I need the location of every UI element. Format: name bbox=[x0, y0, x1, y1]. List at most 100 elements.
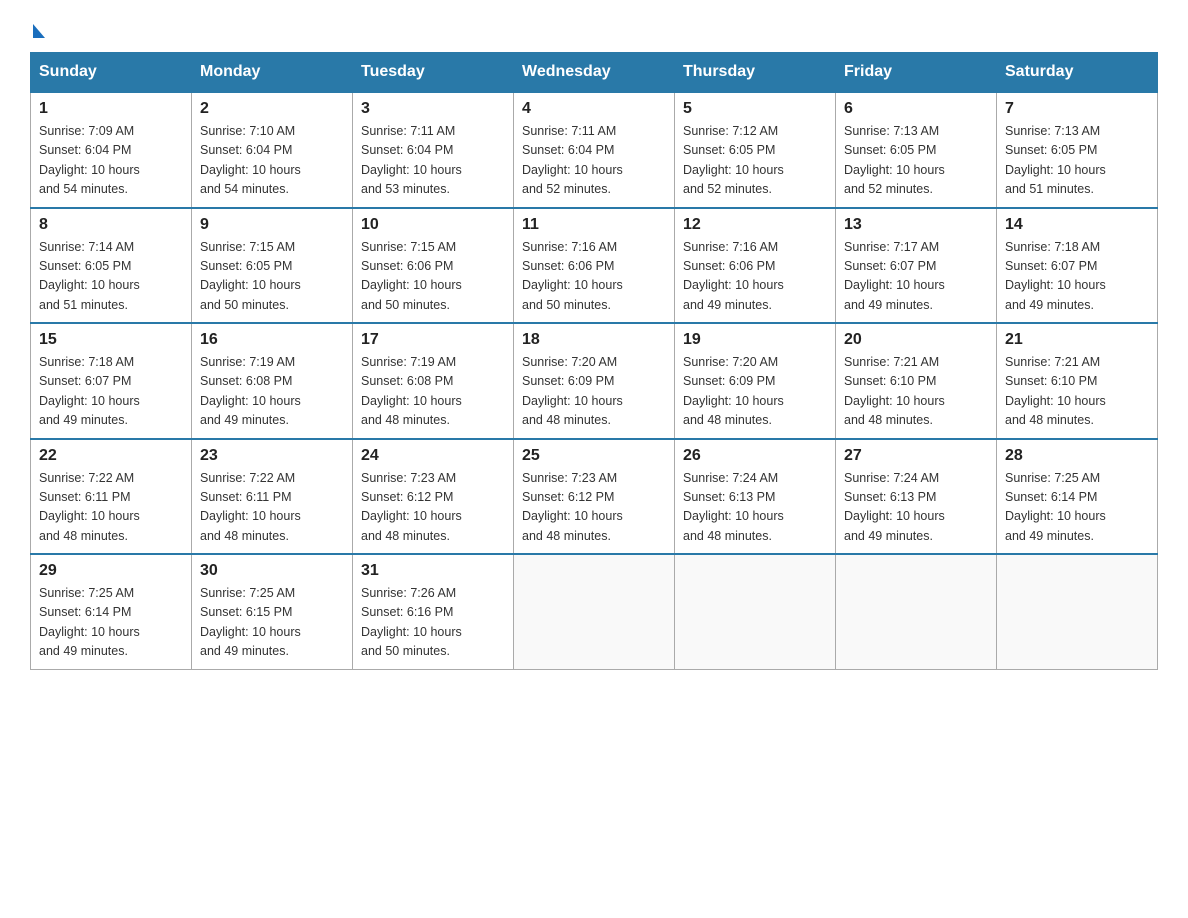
day-number: 5 bbox=[683, 100, 827, 118]
page-header bbox=[30, 20, 1158, 34]
calendar-cell: 19 Sunrise: 7:20 AMSunset: 6:09 PMDayligh… bbox=[675, 323, 836, 439]
calendar-cell bbox=[675, 554, 836, 669]
day-info: Sunrise: 7:15 AMSunset: 6:05 PMDaylight:… bbox=[200, 238, 344, 316]
calendar-cell bbox=[514, 554, 675, 669]
weekday-header-row: SundayMondayTuesdayWednesdayThursdayFrid… bbox=[31, 53, 1158, 93]
calendar-cell: 29Sunrise: 7:25 AMSunset: 6:14 PMDayligh… bbox=[31, 554, 192, 669]
day-info: Sunrise: 7:11 AMSunset: 6:04 PMDaylight:… bbox=[361, 122, 505, 200]
day-info: Sunrise: 7:22 AMSunset: 6:11 PMDaylight:… bbox=[200, 469, 344, 547]
calendar-cell: 18 Sunrise: 7:20 AMSunset: 6:09 PMDayligh… bbox=[514, 323, 675, 439]
calendar-cell: 13 Sunrise: 7:17 AMSunset: 6:07 PMDayligh… bbox=[836, 208, 997, 324]
day-number: 20 bbox=[844, 331, 988, 349]
calendar-cell: 4 Sunrise: 7:11 AMSunset: 6:04 PMDaylight… bbox=[514, 92, 675, 208]
day-info: Sunrise: 7:23 AMSunset: 6:12 PMDaylight:… bbox=[361, 469, 505, 547]
day-info: Sunrise: 7:16 AMSunset: 6:06 PMDaylight:… bbox=[522, 238, 666, 316]
day-number: 12 bbox=[683, 216, 827, 234]
week-row-2: 8 Sunrise: 7:14 AMSunset: 6:05 PMDaylight… bbox=[31, 208, 1158, 324]
calendar-cell: 27Sunrise: 7:24 AMSunset: 6:13 PMDayligh… bbox=[836, 439, 997, 555]
calendar-cell bbox=[997, 554, 1158, 669]
day-info: Sunrise: 7:19 AMSunset: 6:08 PMDaylight:… bbox=[200, 353, 344, 431]
day-number: 17 bbox=[361, 331, 505, 349]
day-info: Sunrise: 7:22 AMSunset: 6:11 PMDaylight:… bbox=[39, 469, 183, 547]
day-number: 23 bbox=[200, 447, 344, 465]
weekday-header-saturday: Saturday bbox=[997, 53, 1158, 93]
calendar-cell: 3 Sunrise: 7:11 AMSunset: 6:04 PMDaylight… bbox=[353, 92, 514, 208]
day-info: Sunrise: 7:12 AMSunset: 6:05 PMDaylight:… bbox=[683, 122, 827, 200]
day-number: 14 bbox=[1005, 216, 1149, 234]
day-info: Sunrise: 7:25 AMSunset: 6:15 PMDaylight:… bbox=[200, 584, 344, 662]
day-number: 7 bbox=[1005, 100, 1149, 118]
weekday-header-wednesday: Wednesday bbox=[514, 53, 675, 93]
calendar-table: SundayMondayTuesdayWednesdayThursdayFrid… bbox=[30, 52, 1158, 670]
weekday-header-tuesday: Tuesday bbox=[353, 53, 514, 93]
calendar-cell: 22 Sunrise: 7:22 AMSunset: 6:11 PMDayligh… bbox=[31, 439, 192, 555]
weekday-header-thursday: Thursday bbox=[675, 53, 836, 93]
day-number: 21 bbox=[1005, 331, 1149, 349]
day-info: Sunrise: 7:11 AMSunset: 6:04 PMDaylight:… bbox=[522, 122, 666, 200]
calendar-cell: 12 Sunrise: 7:16 AMSunset: 6:06 PMDayligh… bbox=[675, 208, 836, 324]
day-info: Sunrise: 7:10 AMSunset: 6:04 PMDaylight:… bbox=[200, 122, 344, 200]
day-number: 4 bbox=[522, 100, 666, 118]
day-info: Sunrise: 7:13 AMSunset: 6:05 PMDaylight:… bbox=[1005, 122, 1149, 200]
day-info: Sunrise: 7:17 AMSunset: 6:07 PMDaylight:… bbox=[844, 238, 988, 316]
day-number: 26 bbox=[683, 447, 827, 465]
calendar-cell: 9 Sunrise: 7:15 AMSunset: 6:05 PMDaylight… bbox=[192, 208, 353, 324]
logo-triangle-icon bbox=[33, 24, 45, 38]
day-number: 11 bbox=[522, 216, 666, 234]
calendar-cell: 30 Sunrise: 7:25 AMSunset: 6:15 PMDayligh… bbox=[192, 554, 353, 669]
calendar-cell: 10 Sunrise: 7:15 AMSunset: 6:06 PMDayligh… bbox=[353, 208, 514, 324]
calendar-cell: 28 Sunrise: 7:25 AMSunset: 6:14 PMDayligh… bbox=[997, 439, 1158, 555]
logo bbox=[30, 20, 45, 34]
week-row-4: 22 Sunrise: 7:22 AMSunset: 6:11 PMDayligh… bbox=[31, 439, 1158, 555]
week-row-5: 29Sunrise: 7:25 AMSunset: 6:14 PMDayligh… bbox=[31, 554, 1158, 669]
weekday-header-monday: Monday bbox=[192, 53, 353, 93]
day-number: 31 bbox=[361, 562, 505, 580]
calendar-cell: 6 Sunrise: 7:13 AMSunset: 6:05 PMDaylight… bbox=[836, 92, 997, 208]
calendar-cell: 23 Sunrise: 7:22 AMSunset: 6:11 PMDayligh… bbox=[192, 439, 353, 555]
calendar-cell: 1 Sunrise: 7:09 AMSunset: 6:04 PMDaylight… bbox=[31, 92, 192, 208]
day-info: Sunrise: 7:26 AMSunset: 6:16 PMDaylight:… bbox=[361, 584, 505, 662]
day-number: 22 bbox=[39, 447, 183, 465]
day-number: 19 bbox=[683, 331, 827, 349]
week-row-3: 15 Sunrise: 7:18 AMSunset: 6:07 PMDayligh… bbox=[31, 323, 1158, 439]
calendar-cell: 17 Sunrise: 7:19 AMSunset: 6:08 PMDayligh… bbox=[353, 323, 514, 439]
day-info: Sunrise: 7:20 AMSunset: 6:09 PMDaylight:… bbox=[522, 353, 666, 431]
day-info: Sunrise: 7:09 AMSunset: 6:04 PMDaylight:… bbox=[39, 122, 183, 200]
day-number: 25 bbox=[522, 447, 666, 465]
day-info: Sunrise: 7:24 AMSunset: 6:13 PMDaylight:… bbox=[683, 469, 827, 547]
day-number: 3 bbox=[361, 100, 505, 118]
calendar-cell bbox=[836, 554, 997, 669]
day-number: 2 bbox=[200, 100, 344, 118]
day-number: 28 bbox=[1005, 447, 1149, 465]
day-number: 9 bbox=[200, 216, 344, 234]
calendar-cell: 20 Sunrise: 7:21 AMSunset: 6:10 PMDayligh… bbox=[836, 323, 997, 439]
calendar-cell: 25Sunrise: 7:23 AMSunset: 6:12 PMDayligh… bbox=[514, 439, 675, 555]
day-number: 6 bbox=[844, 100, 988, 118]
day-info: Sunrise: 7:16 AMSunset: 6:06 PMDaylight:… bbox=[683, 238, 827, 316]
day-number: 1 bbox=[39, 100, 183, 118]
calendar-cell: 31 Sunrise: 7:26 AMSunset: 6:16 PMDayligh… bbox=[353, 554, 514, 669]
day-number: 10 bbox=[361, 216, 505, 234]
day-info: Sunrise: 7:20 AMSunset: 6:09 PMDaylight:… bbox=[683, 353, 827, 431]
day-number: 30 bbox=[200, 562, 344, 580]
weekday-header-friday: Friday bbox=[836, 53, 997, 93]
calendar-cell: 16Sunrise: 7:19 AMSunset: 6:08 PMDayligh… bbox=[192, 323, 353, 439]
week-row-1: 1 Sunrise: 7:09 AMSunset: 6:04 PMDaylight… bbox=[31, 92, 1158, 208]
day-info: Sunrise: 7:18 AMSunset: 6:07 PMDaylight:… bbox=[39, 353, 183, 431]
day-info: Sunrise: 7:24 AMSunset: 6:13 PMDaylight:… bbox=[844, 469, 988, 547]
day-number: 15 bbox=[39, 331, 183, 349]
day-info: Sunrise: 7:19 AMSunset: 6:08 PMDaylight:… bbox=[361, 353, 505, 431]
calendar-cell: 11 Sunrise: 7:16 AMSunset: 6:06 PMDayligh… bbox=[514, 208, 675, 324]
day-info: Sunrise: 7:21 AMSunset: 6:10 PMDaylight:… bbox=[844, 353, 988, 431]
day-number: 8 bbox=[39, 216, 183, 234]
calendar-cell: 2 Sunrise: 7:10 AMSunset: 6:04 PMDaylight… bbox=[192, 92, 353, 208]
day-number: 18 bbox=[522, 331, 666, 349]
calendar-cell: 5 Sunrise: 7:12 AMSunset: 6:05 PMDaylight… bbox=[675, 92, 836, 208]
day-number: 13 bbox=[844, 216, 988, 234]
day-info: Sunrise: 7:14 AMSunset: 6:05 PMDaylight:… bbox=[39, 238, 183, 316]
calendar-cell: 15 Sunrise: 7:18 AMSunset: 6:07 PMDayligh… bbox=[31, 323, 192, 439]
day-info: Sunrise: 7:15 AMSunset: 6:06 PMDaylight:… bbox=[361, 238, 505, 316]
calendar-cell: 8 Sunrise: 7:14 AMSunset: 6:05 PMDaylight… bbox=[31, 208, 192, 324]
day-info: Sunrise: 7:13 AMSunset: 6:05 PMDaylight:… bbox=[844, 122, 988, 200]
day-info: Sunrise: 7:25 AMSunset: 6:14 PMDaylight:… bbox=[1005, 469, 1149, 547]
